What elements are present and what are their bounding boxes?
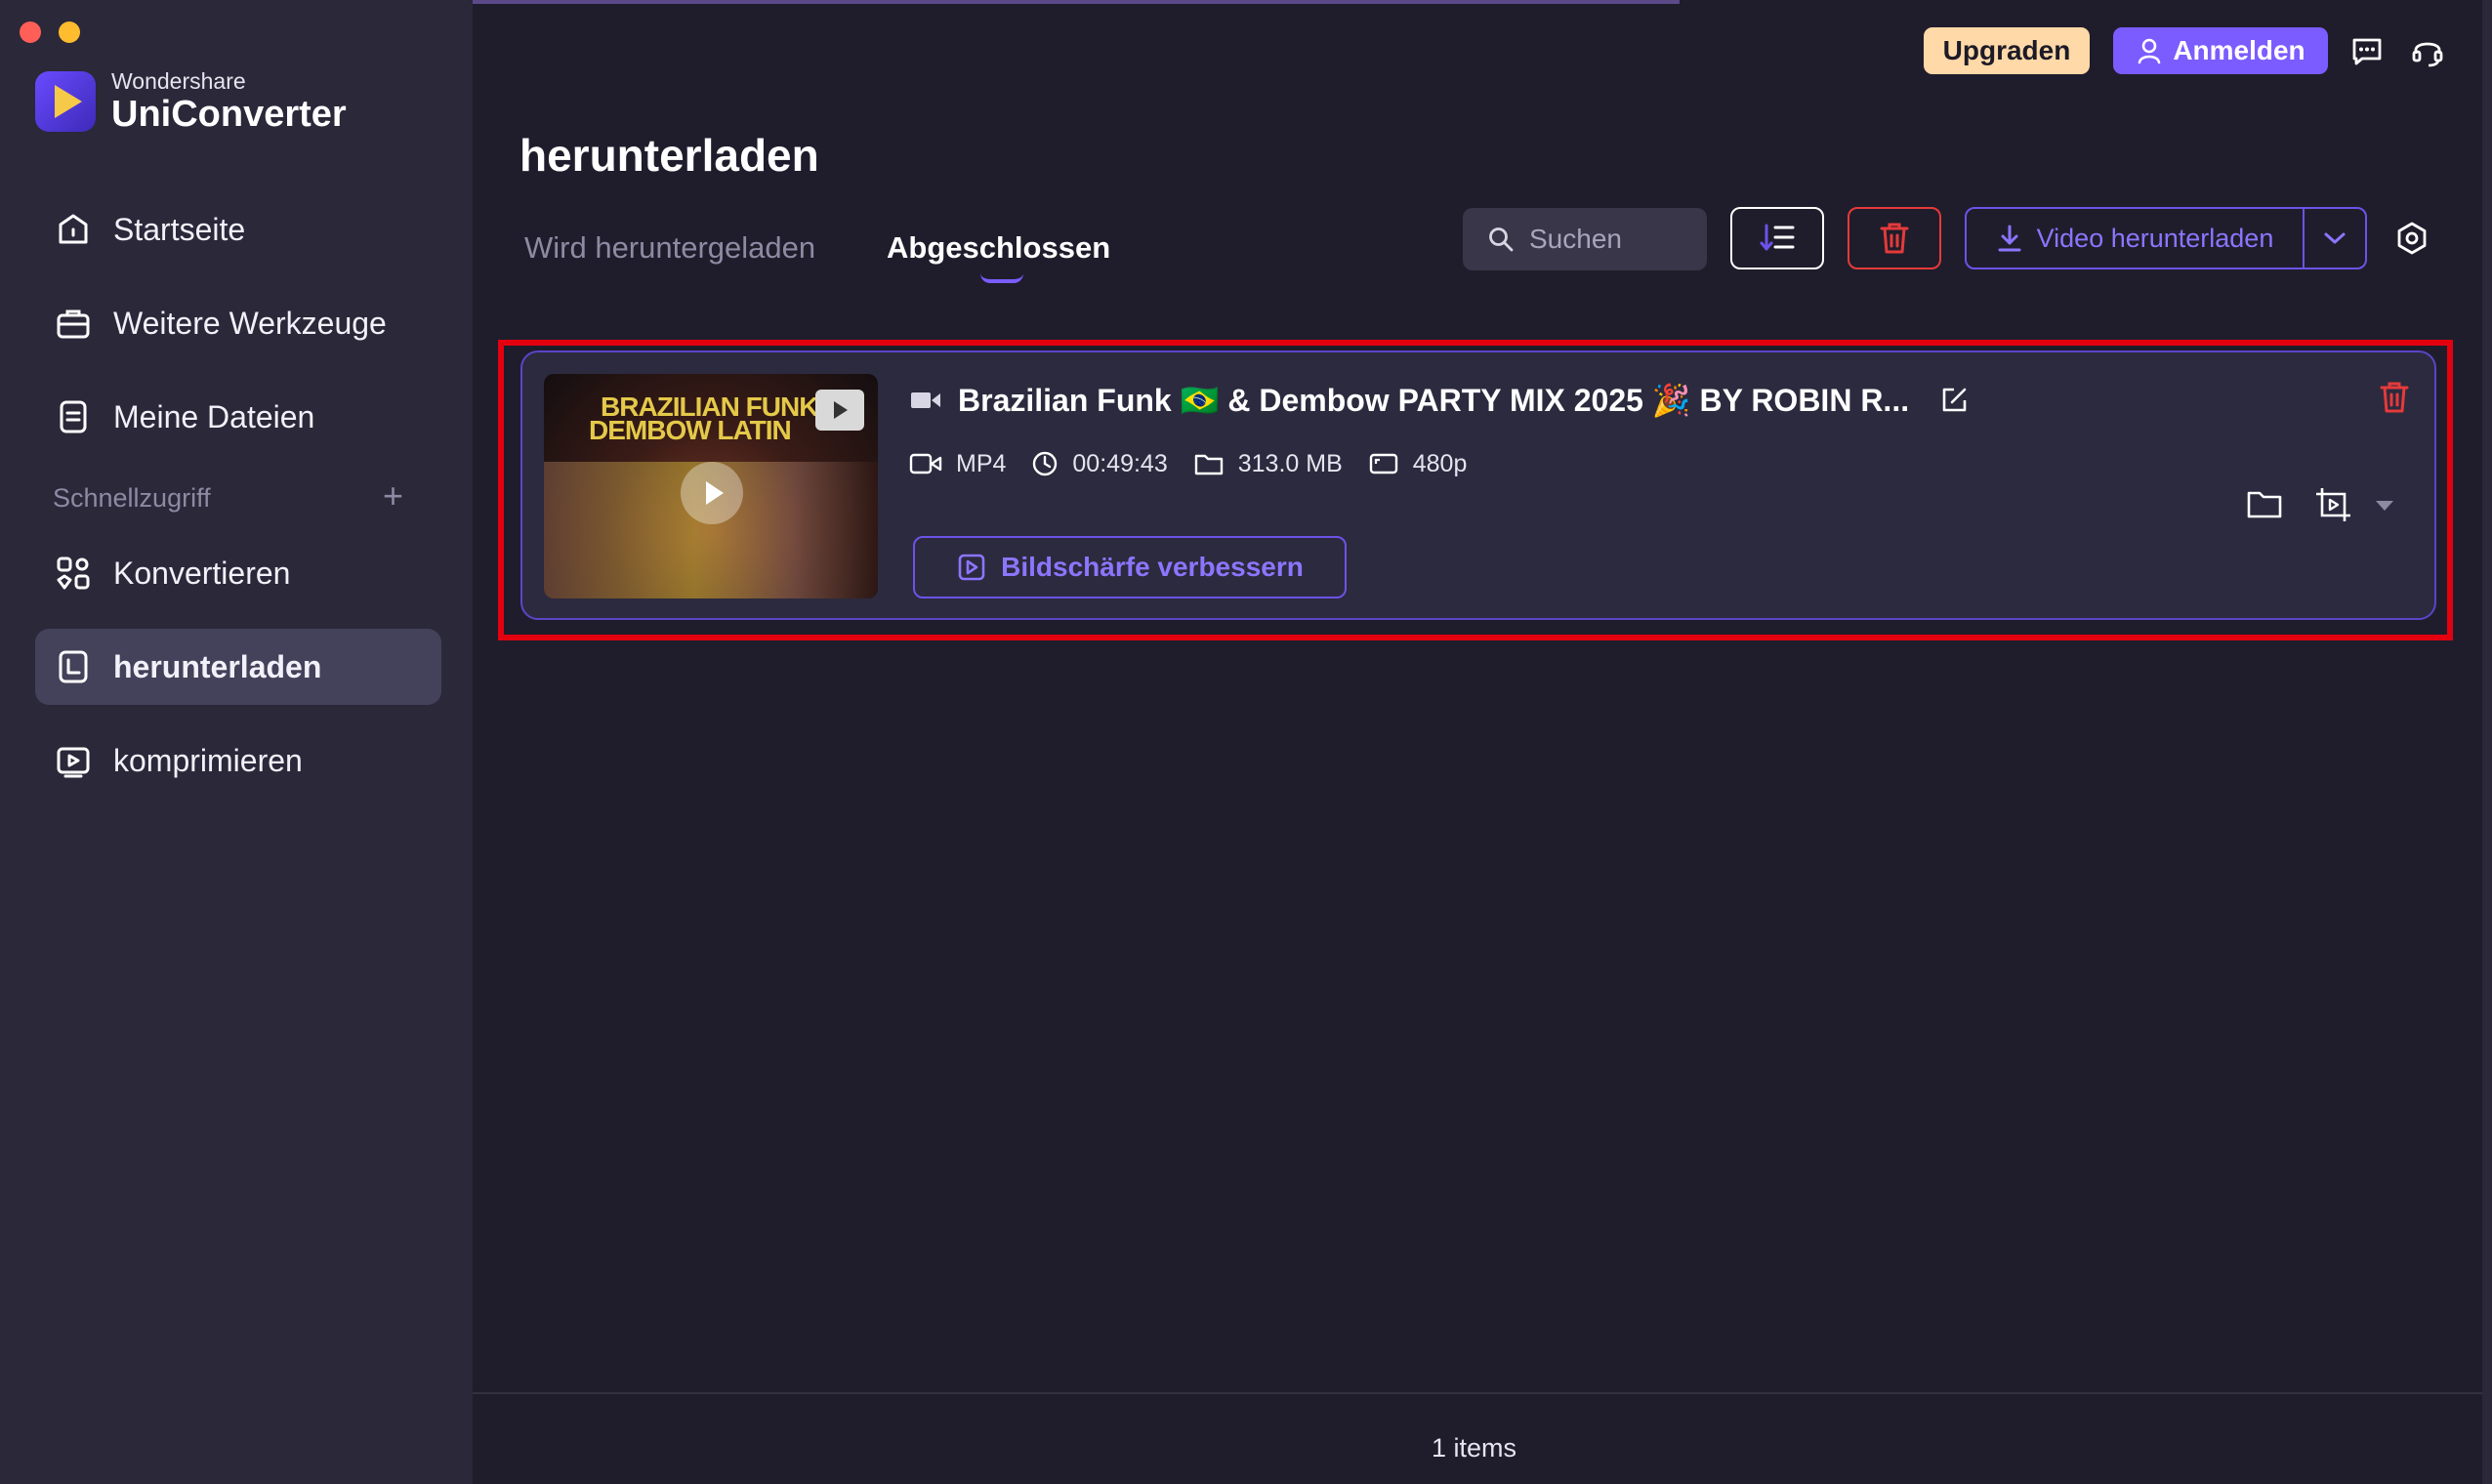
download-item-card[interactable]: BRAZILIAN FUNK DEMBOW LATIN Brazilian Fu… [520,350,2436,620]
edit-icon[interactable] [1938,385,1970,416]
delete-item-icon[interactable] [2378,380,2411,415]
video-format-icon [909,453,942,474]
sidebar-item-label: Startseite [113,211,246,247]
tab-completed[interactable]: Abgeschlossen [887,230,1110,266]
sidebar-item-files[interactable]: Meine Dateien [35,379,441,455]
folder-size-icon [1194,454,1223,475]
sort-button[interactable] [1730,207,1824,269]
thumbnail-text: DEMBOW LATIN [589,415,792,445]
compress-icon [53,740,94,781]
enhance-sharpness-button[interactable]: Bildschärfe verbessern [913,536,1347,598]
uniconverter-logo-icon [35,71,96,132]
download-settings-button[interactable] [2392,219,2431,258]
play-icon[interactable] [681,462,743,524]
clapperboard-icon [815,390,864,431]
active-tab-indicator [980,273,1023,283]
enhance-label: Bildschärfe verbessern [1001,552,1304,582]
download-video-main[interactable]: Video herunterladen [1967,209,2303,268]
signin-label: Anmelden [2173,35,2305,65]
edit-video-icon[interactable] [2313,485,2354,524]
minimize-window-button[interactable] [59,21,80,43]
sidebar: Wondershare UniConverter Startseite Weit… [0,0,473,1484]
download-video-button[interactable]: Video herunterladen [1965,207,2367,269]
search-icon [1489,227,1514,252]
sidebar-item-label: Meine Dateien [113,398,315,434]
gear-icon [2397,222,2427,255]
page-title: herunterladen [519,130,819,181]
brand-sub: Wondershare [111,68,246,94]
video-camera-icon [911,392,940,408]
search-input[interactable] [1529,224,1695,255]
sidebar-item-download[interactable]: herunterladen [35,629,441,705]
files-icon [53,396,94,437]
headset-icon[interactable] [2408,31,2447,70]
sidebar-item-tools[interactable]: Weitere Werkzeuge [35,285,441,361]
sidebar-item-convert[interactable]: Konvertieren [35,535,441,611]
sidebar-item-label: Weitere Werkzeuge [113,305,387,341]
add-quick-access-icon[interactable]: + [383,478,403,514]
signin-button[interactable]: Anmelden [2113,27,2328,74]
download-options-dropdown[interactable] [2305,209,2365,268]
sidebar-item-home[interactable]: Startseite [35,191,441,268]
search-box[interactable] [1463,208,1707,270]
quick-access-title: Schnellzugriff [53,483,211,513]
clock-icon [1033,451,1058,476]
trash-icon [1880,223,1909,254]
item-count: 1 items [1432,1433,1517,1463]
brand: Wondershare UniConverter [35,68,347,135]
delete-all-button[interactable] [1848,207,1941,269]
brand-name: UniConverter [111,94,347,135]
video-duration: 00:49:43 [1072,449,1168,477]
video-title: Brazilian Funk 🇧🇷 & Dembow PARTY MIX 202… [958,383,1910,418]
enhance-video-icon [958,554,985,581]
user-icon [2139,38,2161,64]
sidebar-item-compress[interactable]: komprimieren [35,722,441,799]
window-right-edge [2482,0,2492,1484]
resolution-icon [1369,453,1397,474]
sidebar-item-label: komprimieren [113,742,303,778]
chat-icon[interactable] [2347,31,2387,70]
footer-divider [473,1392,2482,1394]
close-window-button[interactable] [20,21,41,43]
more-actions-caret-icon[interactable] [2376,501,2393,511]
download-arrow-icon [1998,225,2021,252]
video-size: 313.0 MB [1237,449,1343,477]
video-format: MP4 [956,449,1007,477]
window-top-edge [352,0,1680,4]
upgrade-button[interactable]: Upgraden [1924,27,2090,74]
video-meta-row: MP4 00:49:43 313.0 MB 480p [909,446,1492,481]
open-folder-icon[interactable] [2245,487,2284,520]
video-thumbnail[interactable]: BRAZILIAN FUNK DEMBOW LATIN [544,374,878,598]
sidebar-item-label: Konvertieren [113,555,291,591]
download-video-label: Video herunterladen [2036,223,2274,253]
toolbox-icon [53,303,94,344]
download-icon [53,646,94,687]
convert-icon [53,553,94,594]
video-title-row: Brazilian Funk 🇧🇷 & Dembow PARTY MIX 202… [909,380,1970,421]
tab-downloading[interactable]: Wird heruntergeladen [524,230,815,266]
chevron-down-icon [2324,232,2346,244]
video-resolution: 480p [1412,449,1468,477]
sort-icon [1760,224,1795,251]
home-icon [53,209,94,250]
app-window: Wondershare UniConverter Startseite Weit… [0,0,2492,1484]
sidebar-item-label: herunterladen [113,648,322,684]
